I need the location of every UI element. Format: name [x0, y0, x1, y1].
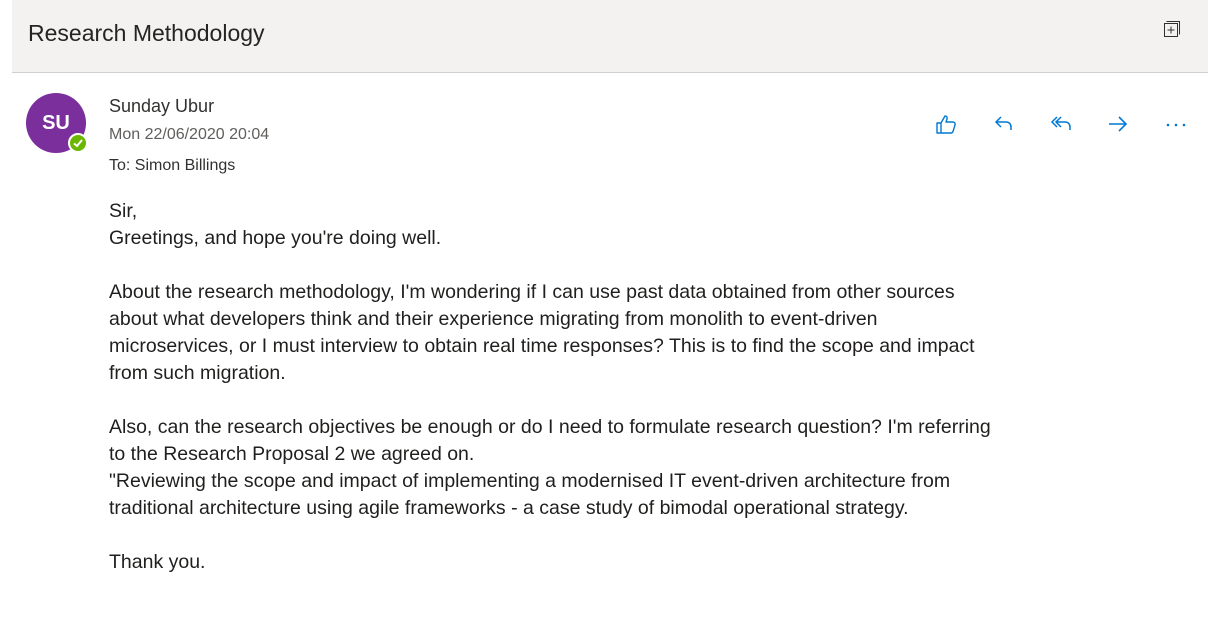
- message-header: Research Methodology: [12, 0, 1208, 73]
- forward-button[interactable]: [1104, 110, 1132, 138]
- body-paragraph-line: Also, can the research objectives be eno…: [109, 416, 991, 438]
- message-subject: Research Methodology: [28, 20, 265, 46]
- like-button[interactable]: [932, 110, 960, 138]
- body-paragraph-line: "Reviewing the scope and impact of imple…: [109, 470, 951, 492]
- reply-all-button[interactable]: [1048, 110, 1076, 138]
- body-salutation: Sir,: [109, 200, 138, 222]
- sent-date: Mon 22/06/2020 20:04: [109, 126, 270, 143]
- message-body: Sir, Greetings, and hope you're doing we…: [109, 198, 1189, 576]
- body-paragraph-line: about what developers think and their ex…: [109, 308, 878, 330]
- body-greeting: Greetings, and hope you're doing well.: [109, 227, 442, 249]
- body-paragraph-line: to the Research Proposal 2 we agreed on.: [109, 443, 475, 465]
- forward-icon: [1109, 116, 1128, 132]
- to-label: To:: [109, 157, 131, 174]
- body-paragraph-line: from such migration.: [109, 362, 286, 384]
- reply-all-icon: [1050, 116, 1071, 130]
- open-in-new-window-icon[interactable]: [1164, 21, 1180, 37]
- more-actions-button[interactable]: [1162, 110, 1190, 138]
- recipient-name[interactable]: Simon Billings: [135, 157, 235, 174]
- body-paragraph-line: traditional architecture using agile fra…: [109, 497, 909, 519]
- reply-button[interactable]: [990, 110, 1018, 138]
- sender-name[interactable]: Sunday Ubur: [109, 96, 214, 117]
- like-icon: [936, 115, 956, 134]
- body-closing: Thank you.: [109, 551, 206, 573]
- body-paragraph-line: microservices, or I must interview to ob…: [109, 335, 975, 357]
- body-paragraph-line: About the research methodology, I'm wond…: [109, 281, 955, 303]
- avatar-initials: SU: [42, 111, 70, 134]
- recipient-line: To: Simon Billings: [109, 157, 235, 175]
- presence-available-icon: [68, 133, 88, 153]
- reply-icon: [994, 116, 1012, 130]
- more-icon: [1166, 123, 1186, 127]
